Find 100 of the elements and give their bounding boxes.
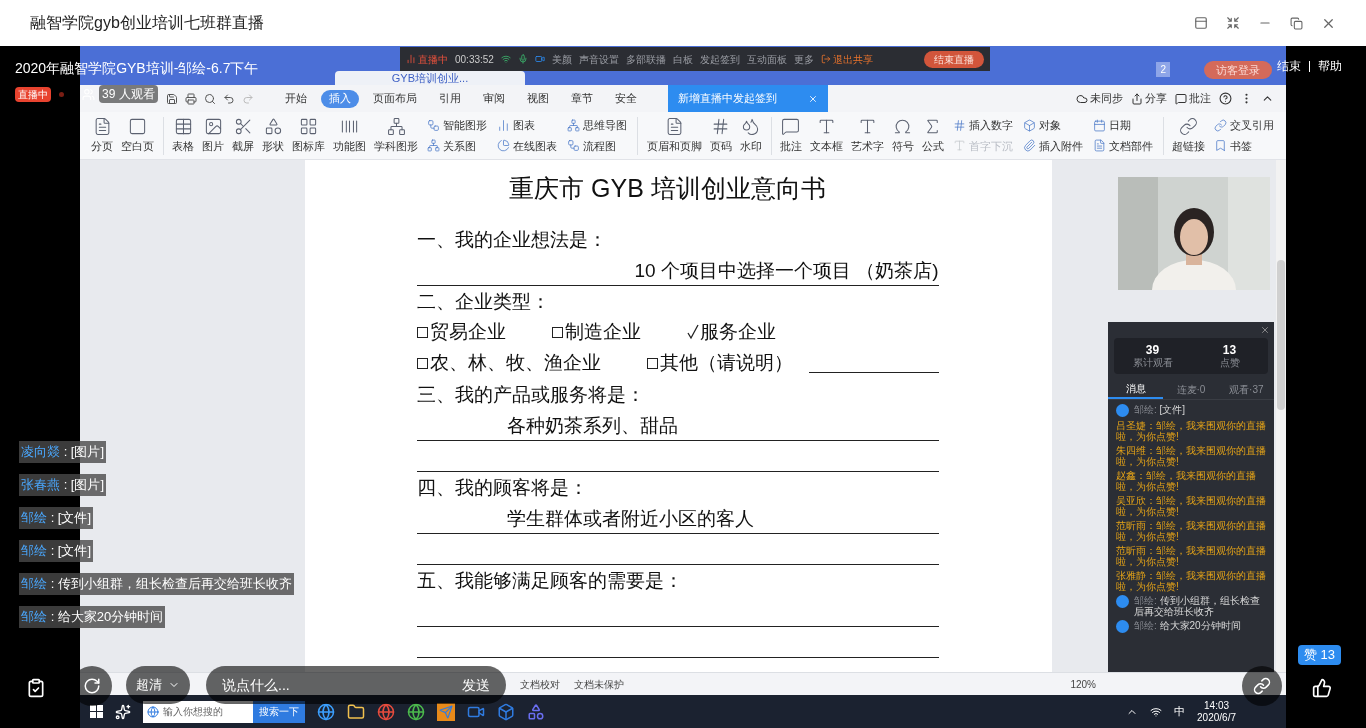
ribbon-button[interactable]: 图片 xyxy=(199,116,228,155)
close-icon[interactable] xyxy=(808,93,818,104)
answer-text: 学生群体或者附近小区的客人 xyxy=(506,506,754,531)
window-count-badge: 2 xyxy=(1156,62,1170,77)
ribbon-button[interactable]: 思维导图 xyxy=(567,117,628,134)
send-button[interactable]: 发送 xyxy=(462,674,490,696)
chat-tab[interactable]: 连麦·0 xyxy=(1163,379,1219,399)
option-label: 服务企业 xyxy=(699,319,776,344)
ribbon-button[interactable]: 图表 xyxy=(497,117,558,134)
ribbon-button[interactable]: 形状 xyxy=(259,116,288,155)
status-text: 文档未保护 xyxy=(574,677,624,692)
ribbon-button[interactable]: 插入附件 xyxy=(1022,137,1083,154)
ribbon-tab[interactable]: 页面布局 xyxy=(365,89,425,108)
ribbon-button[interactable]: 超链接 xyxy=(1169,116,1208,155)
ribbon-button[interactable]: 页码 xyxy=(706,116,735,155)
share-button[interactable] xyxy=(1242,666,1282,706)
ime-indicator[interactable]: 中 xyxy=(1174,703,1186,720)
control-button[interactable]: 美颜 xyxy=(551,51,572,67)
control-button[interactable]: 白板 xyxy=(672,51,693,67)
ribbon-tab[interactable]: 安全 xyxy=(607,89,645,108)
camera-icon[interactable] xyxy=(534,54,545,64)
ribbon-button[interactable]: 空白页 xyxy=(118,116,157,155)
ribbon-button[interactable]: 截屏 xyxy=(229,116,258,155)
ribbon-button[interactable]: 交叉引用 xyxy=(1214,117,1274,134)
preview-icon[interactable] xyxy=(204,92,216,105)
ribbon-button[interactable]: 对象 xyxy=(1022,117,1083,134)
like-count-badge: 赞 13 xyxy=(1298,645,1342,665)
help-icon[interactable] xyxy=(1219,92,1232,105)
ribbon-button[interactable]: 批注 xyxy=(776,116,805,155)
avatar xyxy=(1116,620,1129,633)
shrink-icon[interactable] xyxy=(1226,16,1240,30)
answer-text: 各种奶茶系列、甜品 xyxy=(506,413,678,438)
app-icon[interactable] xyxy=(437,702,455,721)
search-button[interactable]: 搜索一下 xyxy=(253,700,305,723)
undo-icon[interactable] xyxy=(223,92,235,105)
control-button[interactable]: 更多 xyxy=(793,51,814,67)
end-live-button[interactable]: 结束直播 xyxy=(924,50,984,68)
toolbar-button[interactable]: 批注 xyxy=(1175,90,1211,107)
control-button[interactable]: 多部联播 xyxy=(625,51,666,67)
chat-message: 邹绘 : 传到小组群，组长检查后再交给班长收齐 xyxy=(19,573,294,595)
ribbon-button[interactable]: 符号 xyxy=(888,116,917,155)
toolbar-icon xyxy=(1131,92,1143,105)
clipboard-icon xyxy=(26,678,46,698)
chat-tab[interactable]: 观看·37 xyxy=(1218,379,1274,399)
browser-icon[interactable] xyxy=(377,702,395,721)
ribbon-button[interactable]: 页眉和页脚 xyxy=(643,116,705,155)
ribbon-button[interactable]: 在线图表 xyxy=(497,137,558,154)
document-heading: 二、企业类型： xyxy=(416,289,551,314)
ribbon-button[interactable]: 书签 xyxy=(1214,137,1274,154)
control-button[interactable]: 声音设置 xyxy=(578,51,619,67)
answer-text: 10 个项目中选择一个项目 （奶茶店) xyxy=(634,258,939,283)
ribbon-button[interactable]: 插入数字 xyxy=(952,117,1013,134)
ribbon-button[interactable]: 公式 xyxy=(918,116,947,155)
ribbon-tab[interactable]: 引用 xyxy=(431,89,469,108)
ribbon-button[interactable]: 智能图形 xyxy=(427,117,488,134)
help-link[interactable]: 帮助 xyxy=(1318,57,1342,75)
ribbon-button[interactable]: 分页 xyxy=(88,116,116,155)
browser-icon[interactable] xyxy=(317,702,335,721)
ribbon-tab[interactable]: 审阅 xyxy=(475,89,513,108)
control-button[interactable]: 互动面板 xyxy=(746,51,787,67)
stat-label: 累计观看 xyxy=(1132,357,1173,369)
folder-icon[interactable] xyxy=(347,702,365,721)
ribbon-button[interactable]: 水印 xyxy=(736,116,765,155)
mic-icon[interactable] xyxy=(517,54,528,64)
ribbon-button[interactable]: 艺术字 xyxy=(847,116,887,155)
toolbar-button[interactable]: 未同步 xyxy=(1076,90,1123,107)
ribbon-button[interactable]: 关系图 xyxy=(427,137,488,154)
ribbon-button[interactable]: 图标库 xyxy=(289,116,329,155)
exit-share-button[interactable]: 退出共享 xyxy=(820,51,873,67)
ribbon-tool-icon xyxy=(1092,118,1106,132)
document-heading: 三、我的产品或服务将是： xyxy=(416,382,646,407)
ribbon-button[interactable]: 文本框 xyxy=(806,116,846,155)
printer-icon[interactable] xyxy=(185,92,197,105)
wifi-icon[interactable] xyxy=(1150,705,1163,718)
ribbon-button[interactable]: 功能图 xyxy=(330,116,370,155)
save-icon[interactable] xyxy=(166,92,178,105)
restore-icon[interactable] xyxy=(1290,16,1303,30)
ribbon-button[interactable]: 日期 xyxy=(1092,117,1153,134)
ribbon-tab[interactable]: 视图 xyxy=(519,89,557,108)
ribbon-tab[interactable]: 开始 xyxy=(277,89,315,108)
pin-icon[interactable] xyxy=(1194,16,1208,30)
windows-icon[interactable] xyxy=(90,705,103,718)
ribbon-button[interactable]: 文档部件 xyxy=(1092,137,1153,154)
comment-field[interactable]: 说点什么... 发送 xyxy=(206,666,506,704)
quality-dropdown[interactable]: 超清 xyxy=(126,666,190,704)
ribbon-tool-icon xyxy=(497,118,511,132)
ribbon-button[interactable]: 表格 xyxy=(169,116,198,155)
document-tab[interactable]: GYB培训创业... xyxy=(335,71,525,85)
ribbon-tab[interactable]: 章节 xyxy=(563,89,601,108)
ribbon-tool-icon xyxy=(741,116,760,136)
close-icon[interactable] xyxy=(1260,325,1270,335)
option-label: 制造企业 xyxy=(564,319,641,344)
chat-message: 邹绘: [文件] xyxy=(1134,404,1186,415)
toolbar-button[interactable]: 分享 xyxy=(1131,90,1167,107)
chat-tab[interactable]: 消息 xyxy=(1108,379,1164,399)
ribbon-button[interactable]: 流程图 xyxy=(567,137,628,154)
ribbon-button[interactable]: 学科图形 xyxy=(371,116,422,155)
browser-icon[interactable] xyxy=(407,702,425,721)
search-field[interactable]: 输入你想搜的 xyxy=(143,700,253,723)
control-button[interactable]: 发起签到 xyxy=(699,51,740,67)
